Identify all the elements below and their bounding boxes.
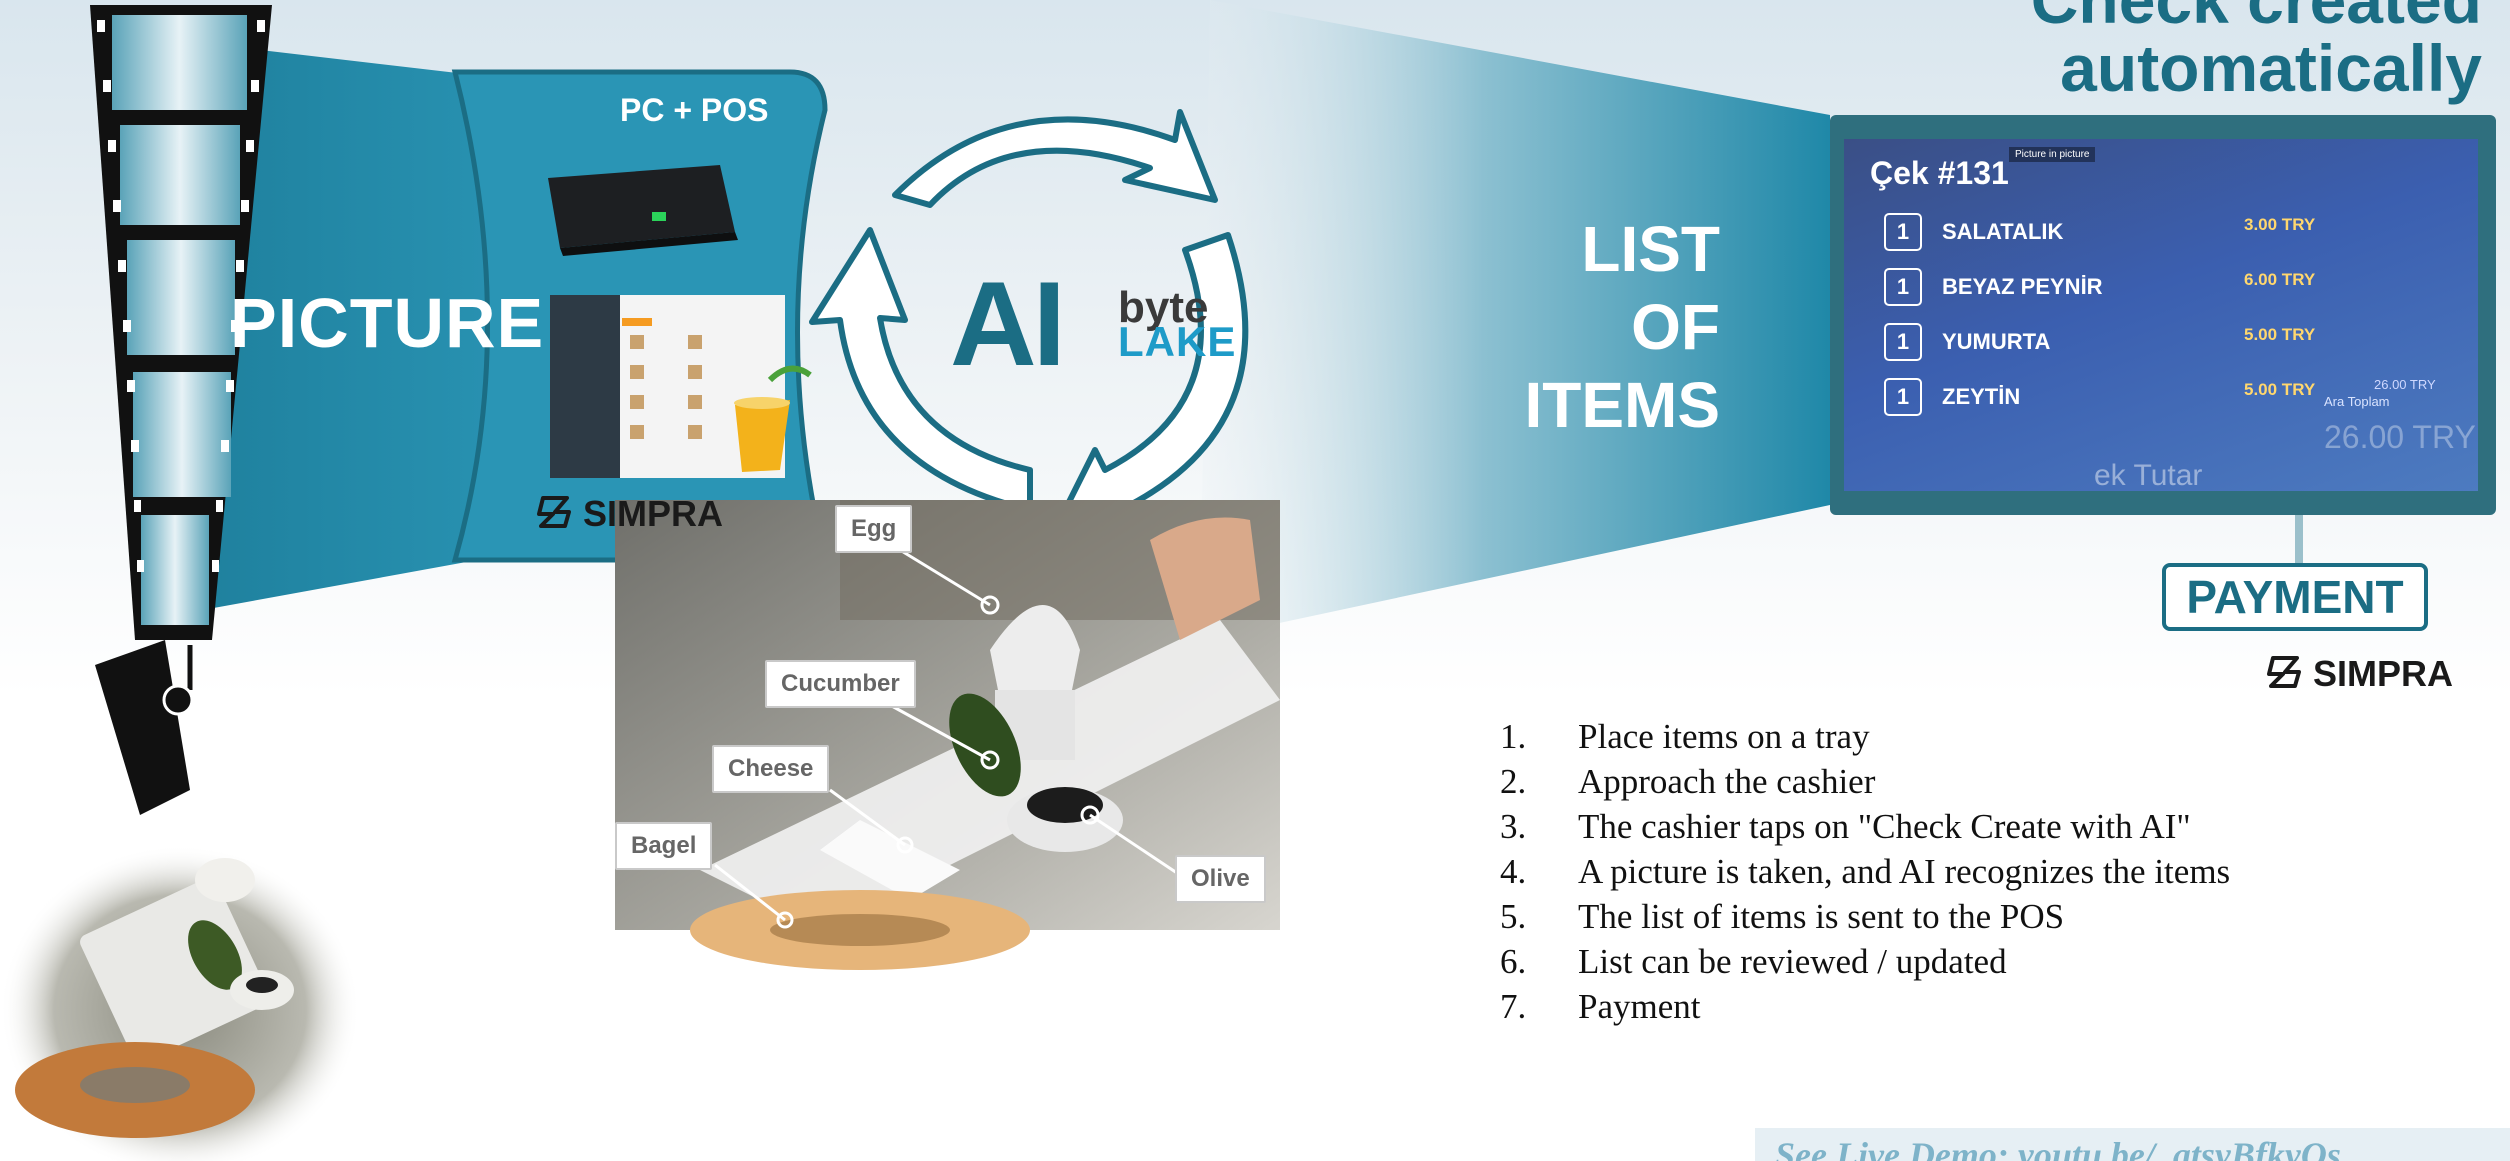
tag-egg: Egg <box>835 505 913 553</box>
step-text: Place items on a tray <box>1578 717 1870 756</box>
item-name: YUMURTA <box>1942 329 2051 354</box>
item-price: 5.00 TRY <box>2244 325 2316 344</box>
payment-button[interactable]: PAYMENT <box>2162 563 2428 631</box>
picture-in-picture-label[interactable]: Picture in picture <box>2009 147 2096 162</box>
step-number: 2. <box>1500 762 1527 801</box>
step-text: Payment <box>1578 987 1701 1026</box>
step-number: 7. <box>1500 987 1527 1026</box>
headline-line-2: automatically <box>2060 31 2482 105</box>
step-item: 5. The list of items is sent to the POS <box>1500 894 2230 939</box>
item-name: BEYAZ PEYNİR <box>1942 274 2103 299</box>
pos-monitor: Çek #131 Picture in picture 1 SALATALIK … <box>1830 115 2496 515</box>
bytelake-lake: LAKE <box>1118 318 1237 365</box>
step-item: 4. A picture is taken, and AI recognizes … <box>1500 849 2230 894</box>
check-item-row[interactable]: 1 YUMURTA 5.00 TRY <box>1884 319 2444 365</box>
check-title: Çek #131 <box>1870 155 2009 191</box>
total-label: ek Tutar <box>2094 459 2203 491</box>
tag-cheese: Cheese <box>712 745 830 793</box>
step-item: 6. List can be reviewed / updated <box>1500 939 2230 984</box>
steps-list: 1. Place items on a tray 2. Approach the c… <box>1500 714 2230 1029</box>
item-price: 5.00 TRY <box>2244 380 2316 399</box>
total-value: 26.00 TRY <box>2324 419 2476 455</box>
step-text: The cashier taps on "Check Create with A… <box>1578 807 2191 846</box>
check-item-row[interactable]: 1 BEYAZ PEYNİR 6.00 TRY <box>1884 264 2444 310</box>
step-item: 7. Payment <box>1500 984 2230 1029</box>
item-qty: 1 <box>1884 323 1922 361</box>
ai-logo: AI <box>950 257 1066 391</box>
step-item: 3. The cashier taps on "Check Create with… <box>1500 804 2230 849</box>
item-name: ZEYTİN <box>1942 384 2021 409</box>
step-text: The list of items is sent to the POS <box>1578 897 2065 936</box>
step-text: Approach the cashier <box>1578 762 1876 801</box>
live-demo-link[interactable]: See Live Demo: youtu.be/_atsyBfkyOs <box>1775 1134 2341 1161</box>
list-label-line-2: OF <box>1631 291 1720 363</box>
pc-pos-title: PC + POS <box>620 92 769 128</box>
step-item: 2. Approach the cashier <box>1500 759 2230 804</box>
item-qty: 1 <box>1884 378 1922 416</box>
step-number: 5. <box>1500 897 1527 936</box>
tag-cucumber: Cucumber <box>765 660 916 708</box>
simpra-wordmark: SIMPRA <box>2313 653 2454 695</box>
tag-olive: Olive <box>1175 855 1266 903</box>
tray-photo-small <box>0 845 360 1161</box>
item-price: 6.00 TRY <box>2244 270 2316 289</box>
picture-label: PICTURE <box>230 284 545 362</box>
subtotal-value: 26.00 TRY <box>2374 377 2436 392</box>
simpra-logo-card: SIMPRA <box>535 492 723 541</box>
simpra-mark-icon <box>2265 652 2305 701</box>
simpra-logo-right: SIMPRA <box>2265 652 2453 701</box>
step-number: 4. <box>1500 852 1527 891</box>
headline-line-1: Check created <box>2030 0 2482 37</box>
simpra-mark-icon <box>535 492 575 541</box>
slide: Check created automatically PICTURE PC +… <box>0 0 2510 1161</box>
item-price: 3.00 TRY <box>2244 215 2316 234</box>
simpra-wordmark: SIMPRA <box>583 493 724 535</box>
item-qty: 1 <box>1884 213 1922 251</box>
step-item: 1. Place items on a tray <box>1500 714 2230 759</box>
check-item-row[interactable]: 1 SALATALIK 3.00 TRY <box>1884 209 2444 255</box>
headline: Check created automatically <box>2031 0 2482 102</box>
tag-bagel: Bagel <box>615 822 713 870</box>
list-label-line-1: LIST <box>1581 213 1720 285</box>
step-number: 3. <box>1500 807 1527 846</box>
item-qty: 1 <box>1884 268 1922 306</box>
list-label-line-3: ITEMS <box>1524 369 1720 441</box>
step-number: 1. <box>1500 717 1527 756</box>
step-text: A picture is taken, and AI recognizes th… <box>1578 852 2231 891</box>
step-number: 6. <box>1500 942 1527 981</box>
camera-icon <box>95 640 194 815</box>
item-name: SALATALIK <box>1942 219 2064 244</box>
list-of-items-label: LIST OF ITEMS <box>1430 210 1720 444</box>
step-text: List can be reviewed / updated <box>1578 942 2007 981</box>
subtotal-label: Ara Toplam <box>2324 394 2390 409</box>
check-screen: Çek #131 Picture in picture 1 SALATALIK … <box>1844 139 2478 491</box>
